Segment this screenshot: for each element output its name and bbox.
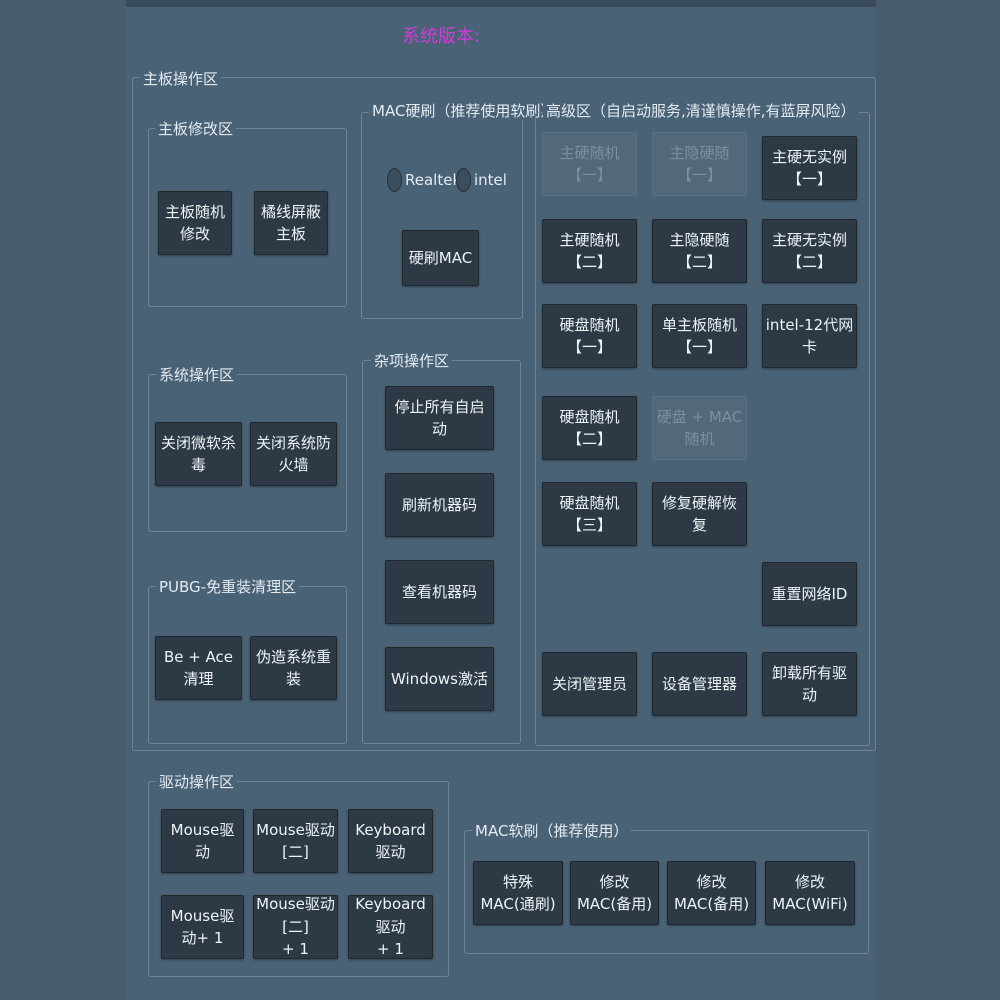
keyboard-driver-plus1-button[interactable]: Keyboard驱动 + 1 (348, 895, 433, 959)
hard-flash-mac-button[interactable]: 硬刷MAC (402, 230, 479, 286)
mouse-driver-plus1-button[interactable]: Mouse驱动+ 1 (161, 895, 244, 959)
device-manager-button[interactable]: 设备管理器 (652, 652, 747, 716)
mouse-driver-2-button[interactable]: Mouse驱动[二] (253, 809, 338, 873)
uninstall-all-drivers-button[interactable]: 卸载所有驱动 (762, 652, 857, 716)
main-hard-random-2-button[interactable]: 主硬随机【二】 (542, 219, 637, 283)
modify-mac-backup-2-button[interactable]: 修改MAC(备用) (667, 861, 756, 925)
pubg-cleanup-title: PUBG-免重装清理区 (156, 578, 300, 596)
special-mac-universal-button[interactable]: 特殊MAC(通刷) (473, 861, 563, 925)
view-machine-code-button[interactable]: 查看机器码 (385, 560, 494, 624)
system-version-label: 系统版本: (402, 26, 481, 47)
mouse-driver-button[interactable]: Mouse驱动 (161, 809, 244, 873)
disable-ms-antivirus-button[interactable]: 关闭微软杀毒 (155, 422, 242, 486)
realtek-radio[interactable]: Realtek (387, 168, 461, 192)
main-hard-random-1-button[interactable]: 主硬随机【一】 (542, 132, 637, 196)
mac-hard-title: MAC硬刷（推荐使用软刷） (369, 102, 559, 120)
disable-system-firewall-button[interactable]: 关闭系统防火墙 (250, 422, 337, 486)
driver-ops-title: 驱动操作区 (156, 773, 238, 791)
misc-ops-title: 杂项操作区 (371, 352, 453, 370)
intel-radio[interactable]: intel (456, 168, 507, 192)
disk-random-2-button[interactable]: 硬盘随机【二】 (542, 396, 637, 460)
intel-12th-gen-nic-button[interactable]: intel-12代网卡 (762, 304, 857, 368)
main-hidden-hard-random-1-button[interactable]: 主隐硬随【一】 (652, 132, 747, 196)
stop-all-autostart-button[interactable]: 停止所有自启动 (385, 386, 494, 450)
repair-hard-unlock-restore-button[interactable]: 修复硬解恢复 (652, 482, 747, 546)
be-ace-cleanup-button[interactable]: Be + Ace清理 (155, 636, 242, 700)
modify-mac-wifi-button[interactable]: 修改MAC(WiFi) (765, 861, 855, 925)
windows-activation-button[interactable]: Windows激活 (385, 647, 494, 711)
single-mainboard-random-1-button[interactable]: 单主板随机【一】 (652, 304, 747, 368)
main-hidden-hard-random-2-button[interactable]: 主隐硬随【二】 (652, 219, 747, 283)
keyboard-driver-button[interactable]: Keyboard驱动 (348, 809, 433, 873)
mainboard-ops-title: 主板操作区 (140, 70, 222, 88)
disk-random-1-button[interactable]: 硬盘随机【一】 (542, 304, 637, 368)
disk-random-3-button[interactable]: 硬盘随机【三】 (542, 482, 637, 546)
main-hard-no-instance-2-button[interactable]: 主硬无实例【二】 (762, 219, 857, 283)
mac-hard-group (361, 112, 523, 319)
modify-mac-backup-1-button[interactable]: 修改MAC(备用) (570, 861, 659, 925)
disk-mac-random-button[interactable]: 硬盘 + MAC随机 (652, 396, 747, 460)
mac-soft-title: MAC软刷（推荐使用） (472, 822, 632, 840)
disable-administrator-button[interactable]: 关闭管理员 (542, 652, 637, 716)
refresh-machine-code-button[interactable]: 刷新机器码 (385, 473, 494, 537)
title-strip (126, 0, 876, 7)
system-ops-title: 系统操作区 (156, 366, 238, 384)
realtek-radio-label: Realtek (405, 171, 462, 189)
reset-network-id-button[interactable]: 重置网络ID (762, 562, 857, 626)
main-hard-no-instance-1-button[interactable]: 主硬无实例【一】 (762, 136, 857, 200)
intel-radio-label: intel (474, 171, 507, 189)
orange-line-mask-mainboard-button[interactable]: 橘线屏蔽主板 (254, 191, 328, 255)
radio-circle-icon (456, 168, 471, 192)
fake-system-reinstall-button[interactable]: 伪造系统重装 (250, 636, 337, 700)
mouse-driver-2-plus1-button[interactable]: Mouse驱动[二] + 1 (253, 895, 338, 959)
mainboard-random-modify-button[interactable]: 主板随机修改 (158, 191, 232, 255)
radio-circle-icon (387, 168, 402, 192)
mainboard-mod-title: 主板修改区 (155, 120, 237, 138)
advanced-title: 高级区（自启动服务,清谨慎操作,有蓝屏风险） (543, 102, 859, 120)
